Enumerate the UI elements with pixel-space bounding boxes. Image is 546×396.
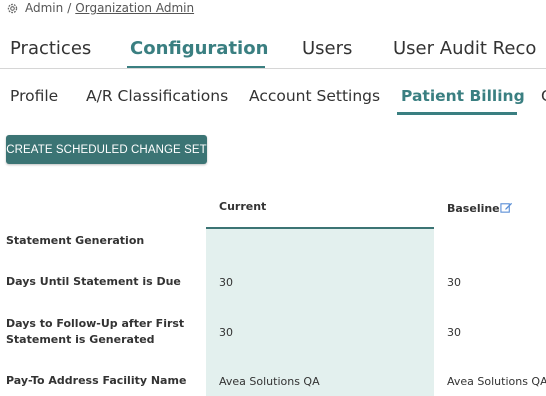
row-label-days-until-due: Days Until Statement is Due [6, 275, 181, 288]
row-label-days-to-follow-up: Days to Follow-Up after First Statement … [6, 316, 184, 348]
row-label-statement-generation: Statement Generation [6, 234, 145, 247]
gear-icon [7, 3, 18, 13]
row-label-line-1: Days to Follow-Up after First [6, 317, 185, 330]
breadcrumb-organization-admin-link[interactable]: Organization Admin [75, 1, 194, 15]
breadcrumb: Admin / Organization Admin [6, 0, 194, 16]
subtab-profile[interactable]: Profile [10, 87, 58, 105]
baseline-days-to-follow-up: 30 [447, 326, 461, 339]
row-label-line-2: Statement is Generated [6, 333, 155, 346]
subtab-patient-billing[interactable]: Patient Billing [401, 87, 525, 105]
current-column-header-rule [206, 227, 434, 229]
current-days-to-follow-up: 30 [219, 326, 233, 339]
current-pay-to-facility-name: Avea Solutions QA [219, 375, 320, 388]
breadcrumb-root: Admin [25, 1, 64, 15]
row-label-pay-to-facility-name: Pay-To Address Facility Name [6, 374, 187, 387]
subtab-next-partial[interactable]: C [541, 87, 546, 105]
breadcrumb-separator: / [67, 1, 72, 15]
current-column-header: Current [219, 200, 267, 213]
create-scheduled-change-set-button[interactable]: CREATE SCHEDULED CHANGE SET [6, 135, 207, 164]
tab-practices[interactable]: Practices [10, 38, 91, 59]
edit-icon[interactable] [500, 201, 513, 214]
tab-user-audit-records[interactable]: User Audit Reco [393, 38, 536, 59]
subtab-account-settings[interactable]: Account Settings [249, 87, 380, 105]
baseline-column-header: Baseline [447, 202, 500, 215]
current-days-until-due: 30 [219, 276, 233, 289]
active-subtab-indicator [397, 112, 517, 115]
baseline-days-until-due: 30 [447, 276, 461, 289]
tab-configuration[interactable]: Configuration [130, 38, 268, 59]
subtab-ar-classifications[interactable]: A/R Classifications [86, 87, 228, 105]
baseline-pay-to-facility-name: Avea Solutions QA [447, 375, 546, 388]
current-column-background [206, 228, 434, 396]
tab-divider [0, 68, 546, 69]
tab-users[interactable]: Users [302, 38, 352, 59]
